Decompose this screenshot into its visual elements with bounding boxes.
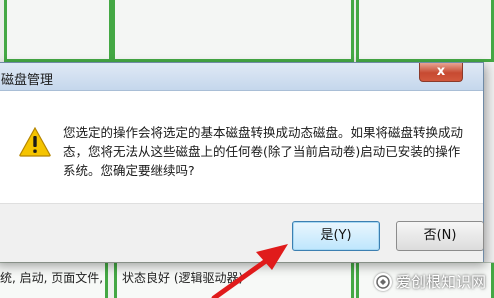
partition-status-text: 状态良好 (逻辑驱动器) [122,271,244,285]
yes-button[interactable]: 是(Y) [292,221,380,251]
watermark: 爱创根知识网 [373,271,486,292]
watermark-text: 爱创根知识网 [395,273,486,291]
dialog-title: 磁盘管理 [1,73,54,88]
close-button[interactable]: x [419,63,463,82]
warning-icon [19,127,51,157]
dialog-content: 您选定的操作会将选定的基本磁盘转换成动态磁盘。如果将磁盘转换成动态，您将无法从这… [0,91,483,203]
background-disk-area [0,0,494,62]
partition-block[interactable] [356,0,494,62]
dialog-titlebar[interactable]: 磁盘管理 x [0,63,483,91]
dialog-message: 您选定的操作会将选定的基本磁盘转换成动态磁盘。如果将磁盘转换成动态，您将无法从这… [63,125,464,178]
partition-status-text: 统, 启动, 页面文件, [0,271,104,285]
confirm-dialog: 磁盘管理 x 您选定的操作会将选定的基本磁盘转换成动态磁盘。如果将磁盘转换成动态… [0,62,484,262]
close-icon: x [436,64,446,79]
dialog-footer: 是(Y) 否(N) [0,203,484,262]
watermark-logo-icon [373,272,392,291]
partition-block[interactable] [112,0,354,62]
no-button[interactable]: 否(N) [396,221,484,251]
partition-block[interactable] [4,0,112,62]
